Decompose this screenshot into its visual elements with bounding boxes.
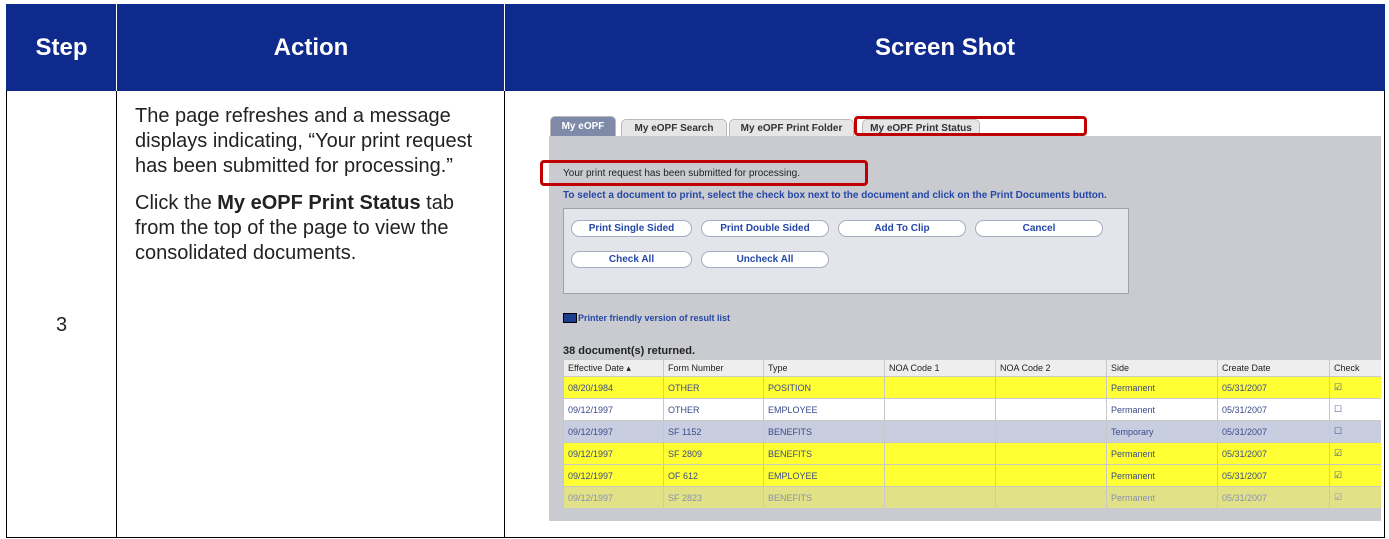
cell-form: OTHER (663, 376, 764, 399)
cell-date: 09/12/1997 (563, 442, 664, 465)
col-noa-code-2[interactable]: NOA Code 2 (995, 359, 1107, 377)
row-checkbox[interactable]: ☐ (1329, 420, 1381, 443)
printer-icon (563, 313, 577, 323)
action-p2-bold: My eOPF Print Status (217, 192, 421, 214)
table-row[interactable]: 09/12/1997 OTHER EMPLOYEE Permanent 05/3… (563, 398, 1381, 421)
action-paragraph-2: Click the My eOPF Print Status tab from … (135, 191, 495, 266)
cell-type: BENEFITS (763, 486, 885, 509)
cell-date: 09/12/1997 (563, 486, 664, 509)
cell-noa1 (884, 486, 996, 509)
col-effective-date[interactable]: Effective Date ▴ (563, 359, 664, 377)
uncheck-all-button[interactable]: Uncheck All (701, 251, 829, 268)
row-checkbox[interactable]: ☐ (1329, 398, 1381, 421)
button-group: Print Single Sided Print Double Sided Ad… (563, 208, 1129, 294)
cell-noa1 (884, 376, 996, 399)
cell-noa1 (884, 442, 996, 465)
cancel-button[interactable]: Cancel (975, 220, 1103, 237)
check-all-button[interactable]: Check All (571, 251, 692, 268)
printer-friendly-label: Printer friendly version of result list (578, 313, 731, 323)
cell-created: 05/31/2007 (1217, 398, 1330, 421)
table-row[interactable]: 09/12/1997 SF 1152 BENEFITS Temporary 05… (563, 420, 1381, 443)
cell-form: SF 2823 (663, 486, 764, 509)
cell-type: BENEFITS (763, 442, 885, 465)
action-paragraph-1: The page refreshes and a message display… (135, 105, 473, 177)
table-row[interactable]: 08/20/1984 OTHER POSITION Permanent 05/3… (563, 376, 1381, 399)
print-single-sided-button[interactable]: Print Single Sided (571, 220, 692, 237)
cell-form: OF 612 (663, 464, 764, 487)
header-action: Action (273, 33, 349, 61)
cell-noa2 (995, 442, 1107, 465)
header-step: Step (35, 33, 88, 61)
row-checkbox[interactable]: ☑ (1329, 486, 1381, 509)
cell-form: OTHER (663, 398, 764, 421)
table-header-row: Effective Date ▴ Form Number Type NOA Co… (563, 359, 1381, 377)
cell-date: 09/12/1997 (563, 398, 664, 421)
cell-date: 09/12/1997 (563, 420, 664, 443)
col-type[interactable]: Type (763, 359, 885, 377)
table-header: Step Action Screen Shot (6, 4, 1385, 91)
action-p2-prefix: Click the (135, 192, 218, 214)
cell-form: SF 1152 (663, 420, 764, 443)
cell-side: Temporary (1106, 420, 1218, 443)
printer-friendly-link[interactable]: Printer friendly version of result list (563, 313, 730, 323)
print-double-sided-button[interactable]: Print Double Sided (701, 220, 829, 237)
results-table: Effective Date ▴ Form Number Type NOA Co… (563, 359, 1381, 509)
action-text: The page refreshes and a message display… (135, 104, 495, 278)
cell-date: 08/20/1984 (563, 376, 664, 399)
col-create-date[interactable]: Create Date (1217, 359, 1330, 377)
col-noa-code-1[interactable]: NOA Code 1 (884, 359, 996, 377)
tab-my-eopf-search[interactable]: My eOPF Search (621, 119, 727, 136)
cell-noa1 (884, 420, 996, 443)
cell-noa1 (884, 464, 996, 487)
cell-created: 05/31/2007 (1217, 464, 1330, 487)
cell-noa2 (995, 464, 1107, 487)
row-checkbox[interactable]: ☑ (1329, 464, 1381, 487)
add-to-clip-button[interactable]: Add To Clip (838, 220, 966, 237)
row-checkbox[interactable]: ☑ (1329, 376, 1381, 399)
cell-side: Permanent (1106, 464, 1218, 487)
cell-side: Permanent (1106, 398, 1218, 421)
col-check[interactable]: Check (1329, 359, 1381, 377)
cell-side: Permanent (1106, 486, 1218, 509)
column-divider (504, 91, 505, 538)
table-row[interactable]: 09/12/1997 OF 612 EMPLOYEE Permanent 05/… (563, 464, 1381, 487)
col-side[interactable]: Side (1106, 359, 1218, 377)
cell-created: 05/31/2007 (1217, 442, 1330, 465)
cell-noa2 (995, 420, 1107, 443)
cell-side: Permanent (1106, 376, 1218, 399)
message-highlight-box (540, 160, 868, 186)
tab-my-eopf-print-folder[interactable]: My eOPF Print Folder (729, 119, 854, 136)
row-checkbox[interactable]: ☑ (1329, 442, 1381, 465)
table-row[interactable]: 09/12/1997 SF 2823 BENEFITS Permanent 05… (563, 486, 1381, 509)
cell-noa2 (995, 376, 1107, 399)
col-form-number[interactable]: Form Number (663, 359, 764, 377)
step-number: 3 (55, 314, 68, 336)
cell-date: 09/12/1997 (563, 464, 664, 487)
cell-created: 05/31/2007 (1217, 420, 1330, 443)
embedded-screenshot: My eOPF My eOPF Search My eOPF Print Fol… (536, 116, 1381, 521)
cell-type: BENEFITS (763, 420, 885, 443)
cell-side: Permanent (1106, 442, 1218, 465)
cell-created: 05/31/2007 (1217, 486, 1330, 509)
result-count: 38 document(s) returned. (563, 345, 696, 357)
cell-form: SF 2809 (663, 442, 764, 465)
cell-type: POSITION (763, 376, 885, 399)
tab-my-eopf[interactable]: My eOPF (550, 116, 616, 136)
header-screenshot: Screen Shot (874, 33, 1016, 61)
cell-type: EMPLOYEE (763, 398, 885, 421)
cell-noa2 (995, 398, 1107, 421)
table-row[interactable]: 09/12/1997 SF 2809 BENEFITS Permanent 05… (563, 442, 1381, 465)
cell-created: 05/31/2007 (1217, 376, 1330, 399)
cell-noa2 (995, 486, 1107, 509)
tab-highlight-box (854, 116, 1087, 136)
cell-type: EMPLOYEE (763, 464, 885, 487)
cell-noa1 (884, 398, 996, 421)
instruction-text: To select a document to print, select th… (563, 190, 1107, 201)
